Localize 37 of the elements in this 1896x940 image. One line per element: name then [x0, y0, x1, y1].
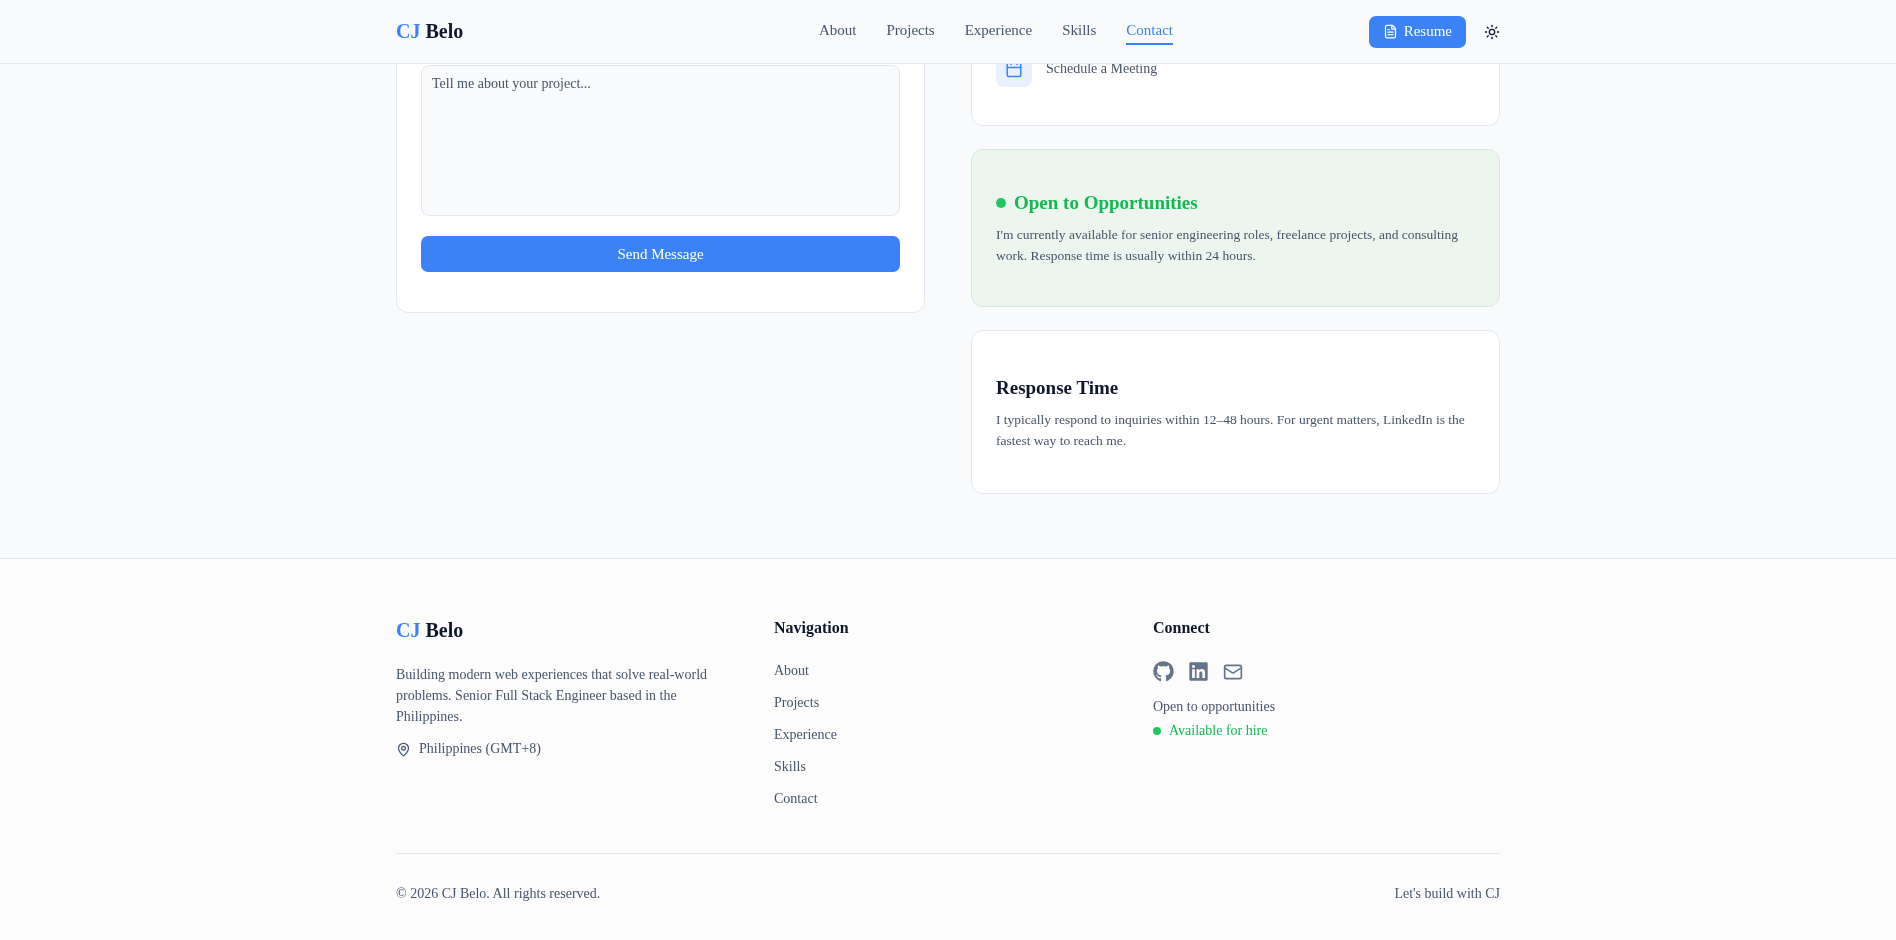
- response-time-title: Response Time: [996, 377, 1120, 399]
- copyright-text: © 2026 CJ Belo. All rights reserved.: [396, 886, 601, 902]
- availability-status: Available for hire: [1169, 723, 1268, 739]
- footer-nav-link[interactable]: Projects: [774, 693, 820, 712]
- footer-heading: Connect: [1153, 619, 1211, 637]
- status-dot: [996, 198, 1006, 208]
- nav-link[interactable]: About: [818, 18, 857, 45]
- sun-icon: [1484, 23, 1500, 40]
- footer-logo: CJ Belo: [396, 619, 465, 642]
- nav-link[interactable]: Projects: [886, 18, 935, 45]
- footer-status-text: Open to opportunities: [1153, 698, 1277, 716]
- footer-nav-link[interactable]: Skills: [774, 757, 806, 776]
- footer-description: Building modern web experiences that solve real-world problems. Senior Full Stack Engineer based in the Philippines.: [396, 666, 708, 726]
- send-message-button[interactable]: Send Message: [421, 236, 900, 272]
- nav-link[interactable]: Experience: [964, 18, 1033, 45]
- footer-location: Philippines (GMT+8): [419, 741, 541, 757]
- availability-title: Open to Opportunities: [1014, 192, 1198, 214]
- github-icon: [1153, 661, 1174, 682]
- nav-link[interactable]: Contact: [1126, 18, 1173, 45]
- response-time-text: I typically respond to inquiries within 12–48 hours. For urgent matters, LinkedIn is the fastest way to reach me.: [996, 411, 1466, 450]
- availability-text: I'm currently available for senior engineering roles, freelance projects, and consulting work. Response time is usually within 24 hours.: [996, 226, 1459, 265]
- theme-toggle-button[interactable]: [1484, 23, 1500, 40]
- footer-nav-link[interactable]: About: [774, 661, 809, 680]
- status-dot: [1153, 727, 1161, 735]
- linkedin-link[interactable]: [1188, 661, 1209, 682]
- github-link[interactable]: [1153, 661, 1174, 682]
- nav-link[interactable]: Skills: [1062, 18, 1097, 45]
- document-icon: [1382, 24, 1398, 39]
- linkedin-icon: [1188, 661, 1209, 682]
- footer-nav-link[interactable]: Experience: [774, 725, 837, 744]
- map-pin-icon: [396, 741, 411, 757]
- footer-heading: Navigation: [774, 619, 850, 637]
- resume-button[interactable]: Resume: [1368, 15, 1466, 48]
- footer-nav-link[interactable]: Contact: [774, 789, 818, 808]
- footer-tagline: Let's build with CJ: [1394, 886, 1500, 902]
- site-logo[interactable]: CJ Belo: [396, 20, 464, 43]
- message-field[interactable]: Tell me about your project...: [421, 65, 900, 216]
